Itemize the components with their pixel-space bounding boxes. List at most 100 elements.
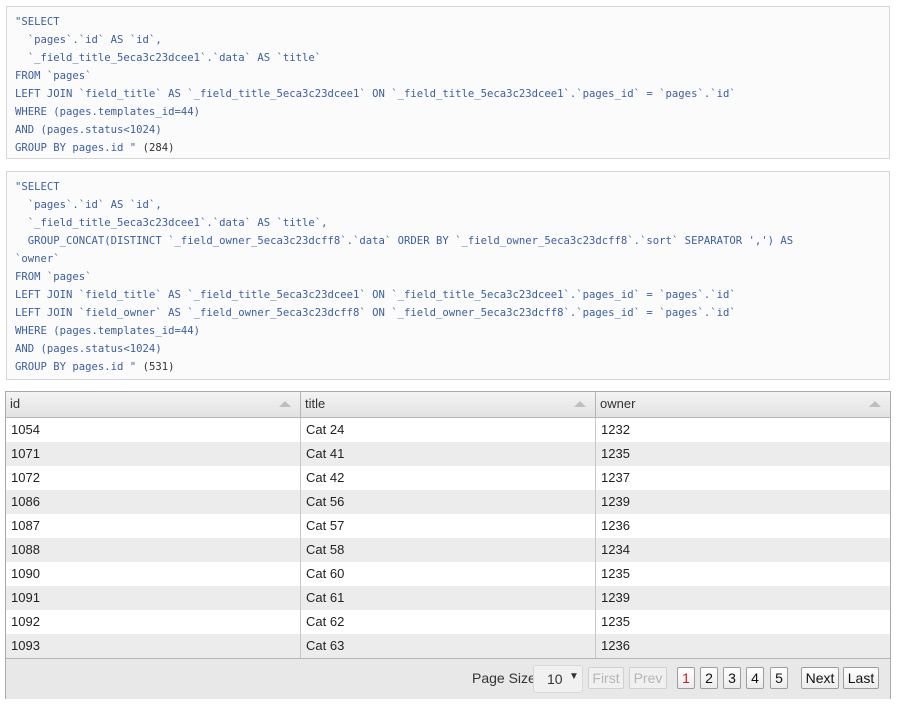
sort-arrow-icon[interactable] — [279, 401, 291, 407]
sql-line: `_field_title_5eca3c23dcee1`.`data` AS `… — [15, 49, 881, 67]
table-cell-id: 1072 — [6, 466, 301, 490]
sql-text: "SELECT — [15, 181, 60, 193]
grid-body: 1054 Cat 24 1232 1071 Cat 41 1235 1072 Cat 42 12… — [6, 418, 890, 658]
table-row[interactable]: 1092 Cat 62 1235 — [6, 610, 890, 634]
page-button-4[interactable]: 4 — [746, 667, 764, 689]
sql-text: LEFT JOIN `field_owner` AS `_field_owner… — [15, 307, 736, 319]
table-cell-title: Cat 61 — [301, 586, 596, 610]
table-cell-owner: 1235 — [601, 566, 630, 581]
column-header-owner[interactable]: owner — [596, 392, 890, 417]
table-row[interactable]: 1071 Cat 41 1235 — [6, 442, 890, 466]
sql-query-box-2: "SELECT `pages`.`id` AS `id`, `_field_ti… — [6, 171, 890, 380]
table-cell-title: Cat 57 — [301, 514, 596, 538]
sql-text: AND (pages.status<1024) — [15, 124, 162, 136]
sort-arrow-icon[interactable] — [869, 401, 881, 407]
table-cell-title: Cat 63 — [301, 634, 596, 658]
table-cell-owner: 1235 — [601, 446, 630, 461]
sql-query-box-1: "SELECT `pages`.`id` AS `id`, `_field_ti… — [6, 6, 890, 159]
table-row[interactable]: 1090 Cat 60 1235 — [6, 562, 890, 586]
grid-header: id title owner — [6, 392, 890, 418]
table-cell-title: Cat 42 — [301, 466, 596, 490]
table-row[interactable]: 1072 Cat 42 1237 — [6, 466, 890, 490]
page-button-3[interactable]: 3 — [723, 667, 741, 689]
sql-line: "SELECT — [15, 13, 881, 31]
table-cell-title: Cat 62 — [301, 610, 596, 634]
sql-line: FROM `pages` — [15, 268, 881, 286]
sql-text: FROM `pages` — [15, 271, 92, 283]
table-cell-title: Cat 58 — [301, 538, 596, 562]
sql-line: LEFT JOIN `field_owner` AS `_field_owner… — [15, 304, 881, 322]
table-cell-owner: 1235 — [601, 614, 630, 629]
page-button-2[interactable]: 2 — [700, 667, 718, 689]
last-page-button[interactable]: Last — [843, 667, 879, 689]
page-size-select[interactable]: 10 ▼ — [533, 665, 583, 693]
sql-line: GROUP BY pages.id " (531) — [15, 358, 881, 376]
table-row[interactable]: 1086 Cat 56 1239 — [6, 490, 890, 514]
page-button-1[interactable]: 1 — [677, 667, 695, 689]
sql-text: "SELECT — [15, 16, 60, 28]
table-cell-id: 1092 — [6, 610, 301, 634]
page-button-5[interactable]: 5 — [770, 667, 788, 689]
sql-text: GROUP BY pages.id " — [15, 142, 137, 154]
table-cell-owner: 1237 — [601, 470, 630, 485]
page-size-value: 10 — [547, 671, 563, 687]
table-cell-owner: 1236 — [601, 638, 630, 653]
column-header-label: title — [305, 396, 326, 411]
sql-line: `pages`.`id` AS `id`, — [15, 196, 881, 214]
sql-line: GROUP BY pages.id " (284) — [15, 139, 881, 157]
sql-text: WHERE (pages.templates_id=44) — [15, 106, 200, 118]
sql-text: GROUP BY pages.id " — [15, 361, 137, 373]
table-cell-owner: 1239 — [601, 590, 630, 605]
sql-text: `owner` — [15, 253, 60, 265]
sql-text: LEFT JOIN `field_title` AS `_field_title… — [15, 88, 736, 100]
first-page-button[interactable]: First — [588, 667, 624, 689]
table-cell-id: 1091 — [6, 586, 301, 610]
table-row[interactable]: 1093 Cat 63 1236 — [6, 634, 890, 658]
table-row[interactable]: 1091 Cat 61 1239 — [6, 586, 890, 610]
sql-line: FROM `pages` — [15, 67, 881, 85]
table-cell-id: 1090 — [6, 562, 301, 586]
sql-text: GROUP_CONCAT(DISTINCT `_field_owner_5eca… — [15, 235, 794, 247]
table-cell-id: 1093 — [6, 634, 301, 658]
data-grid: id title owner 1054 Cat 24 1232 1071 Cat 41 1… — [5, 391, 891, 699]
table-cell-title: Cat 24 — [301, 418, 596, 442]
query-duration: (284) — [136, 142, 175, 154]
table-cell-id: 1086 — [6, 490, 301, 514]
table-cell-title: Cat 60 — [301, 562, 596, 586]
table-cell-id: 1054 — [6, 418, 301, 442]
table-cell-id: 1071 — [6, 442, 301, 466]
table-cell-owner: 1239 — [601, 494, 630, 509]
sql-line: AND (pages.status<1024) — [15, 340, 881, 358]
sql-line: AND (pages.status<1024) — [15, 121, 881, 139]
next-page-button[interactable]: Next — [801, 667, 839, 689]
pager: Page Size 10 ▼ First Prev 1 2 3 4 5 Next… — [6, 658, 890, 699]
sql-line: `owner` — [15, 250, 881, 268]
table-row[interactable]: 1087 Cat 57 1236 — [6, 514, 890, 538]
column-header-label: owner — [600, 396, 636, 411]
table-cell-owner: 1236 — [601, 518, 630, 533]
page-size-label: Page Size — [472, 670, 536, 686]
sql-text: `_field_title_5eca3c23dcee1`.`data` AS `… — [15, 52, 322, 64]
table-cell-id: 1088 — [6, 538, 301, 562]
table-cell-title: Cat 41 — [301, 442, 596, 466]
table-row[interactable]: 1088 Cat 58 1234 — [6, 538, 890, 562]
query-duration: (531) — [136, 361, 175, 373]
prev-page-button[interactable]: Prev — [629, 667, 667, 689]
sql-line: LEFT JOIN `field_title` AS `_field_title… — [15, 85, 881, 103]
sql-text: `_field_title_5eca3c23dcee1`.`data` AS `… — [15, 217, 328, 229]
sql-text: `pages`.`id` AS `id`, — [15, 34, 162, 46]
sql-line: WHERE (pages.templates_id=44) — [15, 322, 881, 340]
sql-text: `pages`.`id` AS `id`, — [15, 199, 162, 211]
sql-text: WHERE (pages.templates_id=44) — [15, 325, 200, 337]
table-cell-owner: 1234 — [601, 542, 630, 557]
table-row[interactable]: 1054 Cat 24 1232 — [6, 418, 890, 442]
table-cell-title: Cat 56 — [301, 490, 596, 514]
column-header-id[interactable]: id — [6, 392, 301, 417]
sql-text: FROM `pages` — [15, 70, 92, 82]
sql-text: AND (pages.status<1024) — [15, 343, 162, 355]
column-header-title[interactable]: title — [301, 392, 596, 417]
sql-line: LEFT JOIN `field_title` AS `_field_title… — [15, 286, 881, 304]
column-header-label: id — [10, 396, 21, 411]
sort-arrow-icon[interactable] — [574, 401, 586, 407]
table-cell-id: 1087 — [6, 514, 301, 538]
